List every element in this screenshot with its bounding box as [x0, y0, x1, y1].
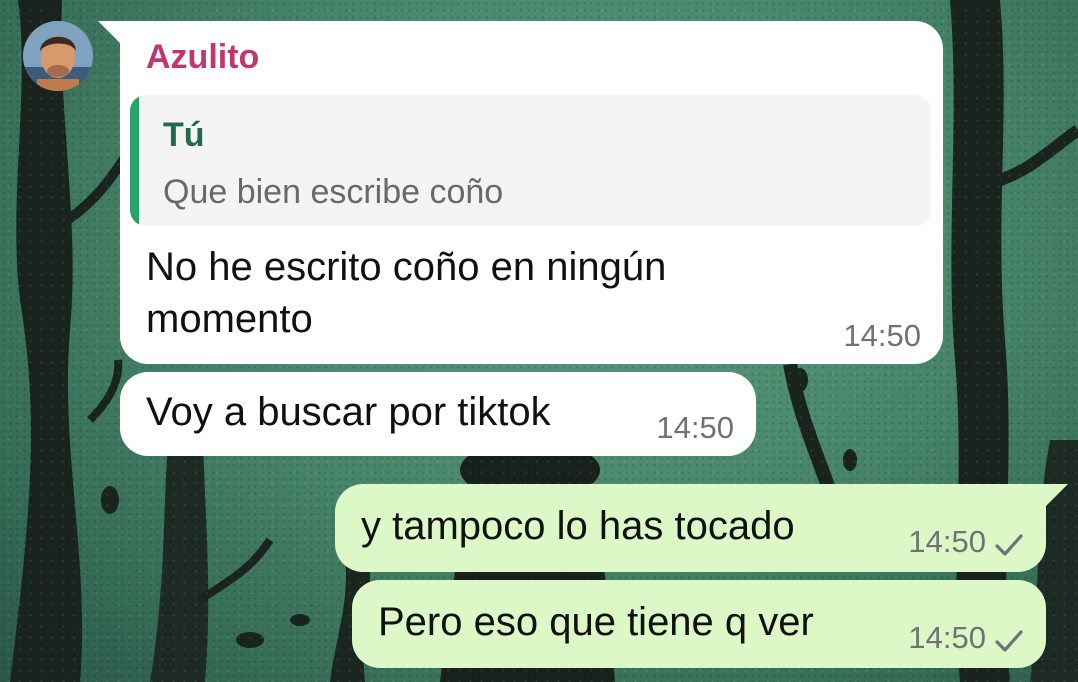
- message-timestamp: 14:50: [908, 620, 986, 655]
- quote-accent-bar: [130, 95, 139, 226]
- message-bubble[interactable]: Voy a buscar por tiktok 14:50: [120, 372, 756, 456]
- message-timestamp: 14:50: [656, 410, 734, 445]
- quoted-text: Que bien escribe coño: [163, 173, 504, 211]
- message-timestamp: 14:50: [843, 318, 921, 353]
- quoted-author: Tú: [163, 116, 205, 154]
- sender-name[interactable]: Azulito: [146, 37, 259, 77]
- message-timestamp: 14:50: [908, 524, 986, 559]
- quoted-message[interactable]: Tú Que bien escribe coño: [130, 95, 931, 226]
- message-text: No he escrito coño en ningún momento: [146, 245, 667, 341]
- message-bubble[interactable]: Pero eso que tiene q ver 14:50: [352, 580, 1046, 668]
- avatar-portrait: [23, 21, 93, 91]
- single-check-icon: [994, 532, 1024, 558]
- message-bubble[interactable]: y tampoco lo has tocado 14:50: [335, 484, 1068, 572]
- single-check-icon: [994, 628, 1024, 654]
- bubble-tail: [1046, 484, 1068, 506]
- message-text: Voy a buscar por tiktok: [146, 390, 551, 434]
- bubble-tail: [98, 21, 120, 43]
- contact-avatar[interactable]: [23, 21, 93, 91]
- message-text: Pero eso que tiene q ver: [378, 600, 814, 644]
- message-bubble[interactable]: Azulito Tú Que bien escribe coño No he e…: [98, 21, 943, 364]
- message-text: y tampoco lo has tocado: [361, 504, 795, 548]
